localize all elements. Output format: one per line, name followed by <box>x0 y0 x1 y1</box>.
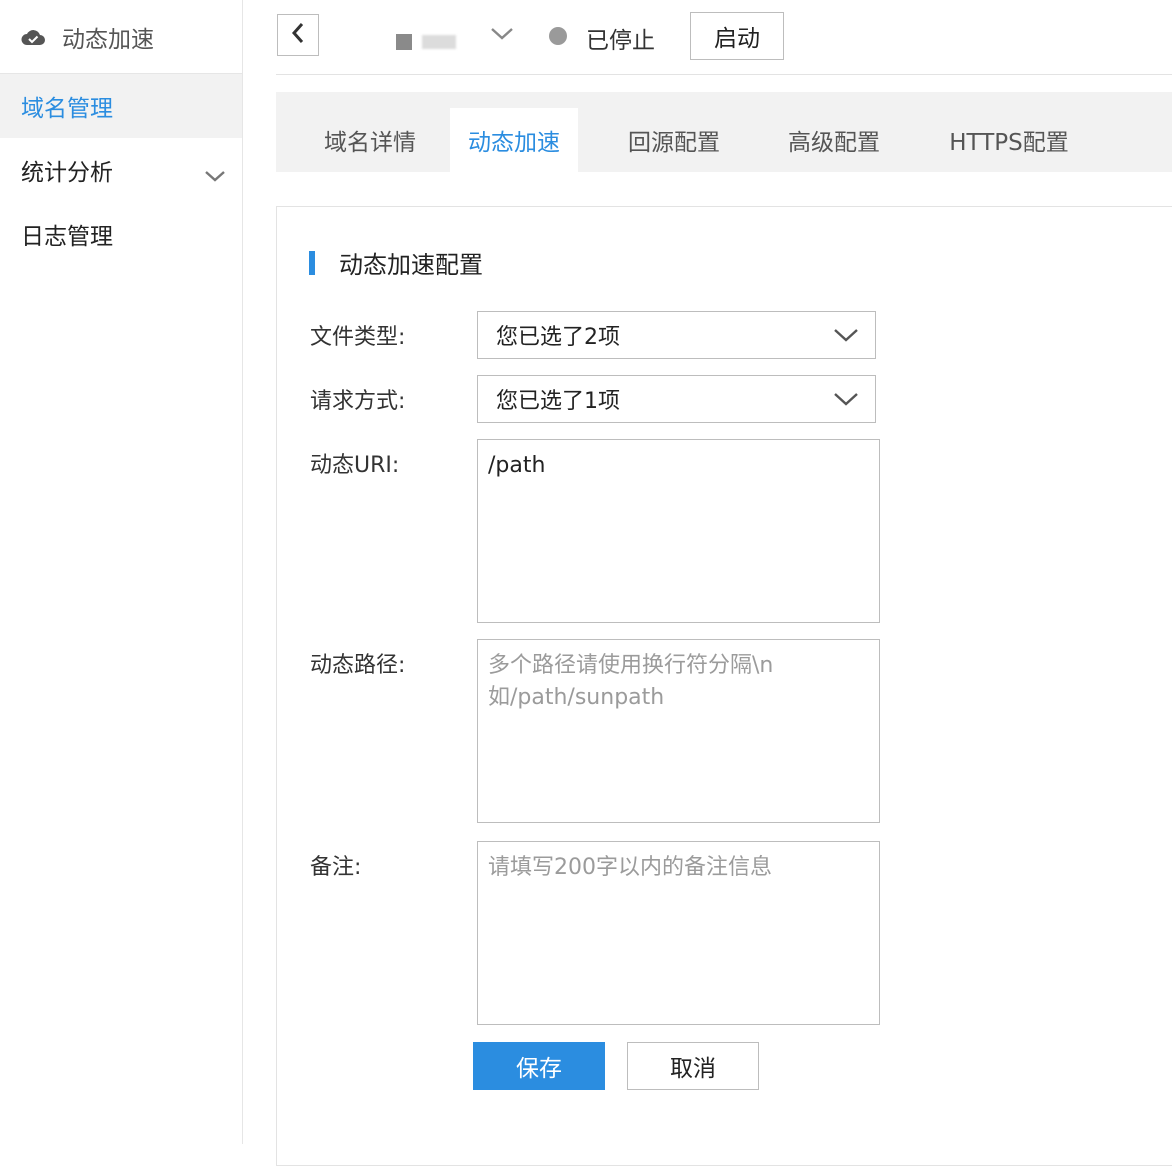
request-method-value: 您已选了1项 <box>496 389 620 414</box>
request-method-label: 请求方式: <box>310 389 406 414</box>
sidebar-item-domain-management[interactable]: 域名管理 <box>0 74 242 138</box>
status-indicator-icon <box>549 27 567 45</box>
tab-domain-details[interactable]: 域名详情 <box>290 108 450 172</box>
redacted-block <box>422 35 456 49</box>
file-type-select[interactable]: 您已选了2项 <box>477 311 876 359</box>
config-panel: 动态加速配置 文件类型: 您已选了2项 请求方式: 您已选了1项 动态URI: … <box>276 206 1172 1166</box>
section-title-text: 动态加速配置 <box>339 251 483 279</box>
file-type-value: 您已选了2项 <box>496 325 620 350</box>
tab-bar: 域名详情 动态加速 回源配置 高级配置 HTTPS配置 <box>276 92 1172 172</box>
sidebar: 动态加速 域名管理 统计分析 日志管理 <box>0 0 243 1144</box>
tab-dynamic-acceleration[interactable]: 动态加速 <box>450 108 578 172</box>
top-bar: 已停止 启动 <box>276 0 1172 75</box>
sidebar-item-label: 日志管理 <box>21 224 113 250</box>
status-text: 已停止 <box>586 28 655 54</box>
tab-https-config[interactable]: HTTPS配置 <box>898 108 1120 172</box>
start-button[interactable]: 启动 <box>690 12 784 60</box>
remark-label: 备注: <box>310 855 362 880</box>
remark-textarea[interactable] <box>477 841 880 1025</box>
sidebar-item-label: 统计分析 <box>21 160 113 186</box>
redacted-block <box>396 34 412 50</box>
sidebar-item-statistics[interactable]: 统计分析 <box>0 138 242 202</box>
section-title: 动态加速配置 <box>309 245 483 280</box>
sidebar-item-label: 域名管理 <box>21 96 113 122</box>
cancel-button[interactable]: 取消 <box>627 1042 759 1090</box>
chevron-down-icon <box>204 163 226 182</box>
chevron-down-icon[interactable] <box>490 26 514 42</box>
tab-advanced-config[interactable]: 高级配置 <box>770 108 898 172</box>
tab-origin-config[interactable]: 回源配置 <box>578 108 770 172</box>
section-accent-bar <box>309 250 315 275</box>
domain-selector-redacted[interactable] <box>396 34 456 50</box>
request-method-select[interactable]: 您已选了1项 <box>477 375 876 423</box>
sidebar-header: 动态加速 <box>0 0 242 74</box>
chevron-left-icon <box>290 21 306 49</box>
sidebar-item-log-management[interactable]: 日志管理 <box>0 202 242 266</box>
dynamic-path-label: 动态路径: <box>310 653 406 678</box>
dynamic-path-textarea[interactable] <box>477 639 880 823</box>
save-button[interactable]: 保存 <box>473 1042 605 1090</box>
file-type-label: 文件类型: <box>310 325 406 350</box>
cloud-check-icon <box>20 27 46 47</box>
dynamic-uri-textarea[interactable]: /path <box>477 439 880 623</box>
chevron-down-icon <box>833 327 859 343</box>
chevron-down-icon <box>833 391 859 407</box>
dynamic-uri-label: 动态URI: <box>310 453 400 478</box>
back-button[interactable] <box>277 14 319 56</box>
sidebar-title: 动态加速 <box>62 26 154 53</box>
